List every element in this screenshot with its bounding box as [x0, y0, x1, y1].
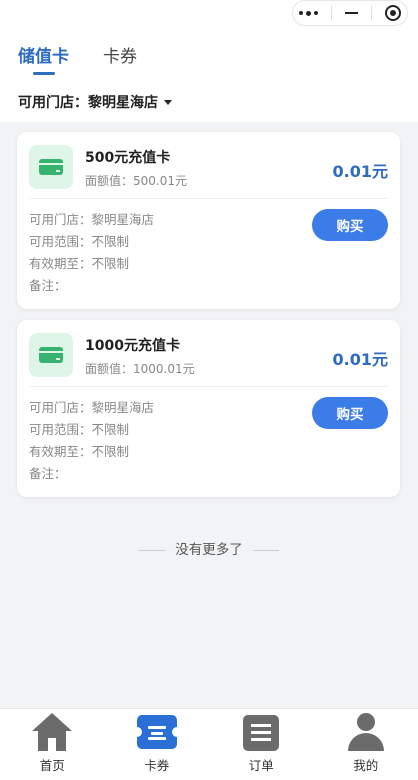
user-icon	[346, 713, 386, 753]
card-price: 0.01元	[332, 350, 388, 369]
store-selector[interactable]: 可用门店：黎明星海店	[18, 92, 172, 112]
page: 储值卡 卡券 可用门店：黎明星海店 500元充值卡 面额值：500.01元 0.…	[0, 0, 418, 780]
tabbar-label: 我的	[353, 758, 379, 773]
tabbar-label: 订单	[248, 758, 274, 773]
card-expiry: 有效期至：不限制	[29, 256, 130, 271]
card-icon	[29, 145, 73, 189]
no-more-indicator: 没有更多了	[0, 538, 418, 558]
card-details: 可用门店：黎明星海店 可用范围：不限制 有效期至：不限制 备注： 购买	[17, 387, 400, 497]
card-details: 可用门店：黎明星海店 可用范围：不限制 有效期至：不限制 备注： 购买	[17, 199, 400, 309]
card-expiry: 有效期至：不限制	[29, 444, 130, 459]
more-icon[interactable]	[299, 10, 319, 16]
buy-button[interactable]: 购买	[312, 209, 388, 241]
card-face-value: 面额值：1000.01元	[85, 362, 195, 376]
minimize-icon[interactable]	[344, 12, 358, 14]
divider-line	[252, 549, 279, 551]
recharge-card: 500元充值卡 面额值：500.01元 0.01元 可用门店：黎明星海店 可用范…	[17, 132, 400, 309]
mini-program-capsule	[292, 0, 408, 26]
no-more-text: 没有更多了	[175, 542, 243, 558]
card-note: 备注：	[29, 278, 67, 293]
ticket-icon	[131, 713, 182, 753]
card-header: 500元充值卡 面额值：500.01元 0.01元	[29, 132, 388, 199]
capsule-divider	[331, 6, 333, 20]
tabbar-item-home[interactable]: 首页	[0, 709, 105, 780]
capsule-divider	[370, 6, 372, 20]
tabbar-item-mine[interactable]: 我的	[314, 709, 418, 780]
buy-button[interactable]: 购买	[312, 397, 388, 429]
tab-coupons[interactable]: 卡券	[103, 42, 137, 76]
caret-down-icon	[164, 99, 172, 105]
home-icon	[32, 713, 73, 753]
order-list-icon	[241, 713, 281, 753]
close-target-icon[interactable]	[384, 5, 401, 21]
card-title: 500元充值卡	[85, 150, 171, 166]
tabbar-label: 首页	[39, 758, 65, 773]
tab-stored-value-card[interactable]: 储值卡	[18, 42, 69, 76]
divider-line	[139, 549, 166, 551]
card-icon	[29, 333, 73, 377]
header: 储值卡 卡券 可用门店：黎明星海店	[0, 0, 418, 122]
store-selector-label: 可用门店：黎明星海店	[18, 95, 158, 111]
card-note: 备注：	[29, 466, 67, 481]
recharge-card: 1000元充值卡 面额值：1000.01元 0.01元 可用门店：黎明星海店 可…	[17, 320, 400, 497]
card-title: 1000元充值卡	[85, 338, 180, 354]
tabbar-label: 卡券	[144, 758, 170, 773]
card-header: 1000元充值卡 面额值：1000.01元 0.01元	[29, 320, 388, 387]
card-type-tabs: 储值卡 卡券	[18, 42, 137, 76]
tabbar-item-coupons[interactable]: 卡券	[105, 709, 210, 780]
tabbar-item-orders[interactable]: 订单	[209, 709, 314, 780]
card-face-value: 面额值：500.01元	[85, 174, 187, 188]
bottom-tab-bar: 首页 卡券 订单 我的	[0, 708, 418, 780]
card-price: 0.01元	[332, 162, 388, 181]
